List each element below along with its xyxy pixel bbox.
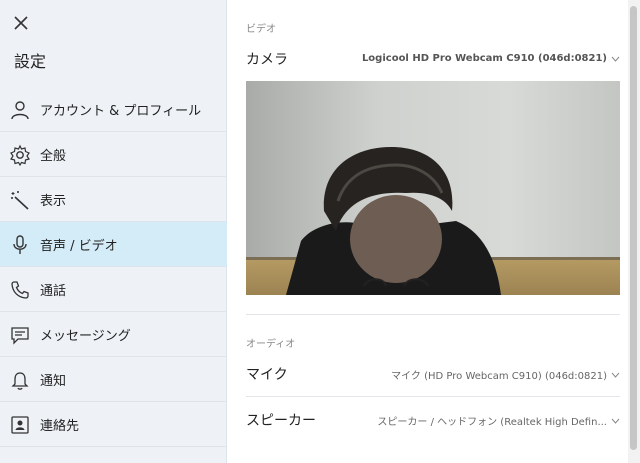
- mic-select[interactable]: マイク (HD Pro Webcam C910) (046d:0821): [391, 367, 620, 382]
- person-icon: [11, 101, 29, 120]
- sidebar-item-account[interactable]: アカウント & プロフィール: [0, 87, 227, 132]
- camera-preview-image: [246, 81, 620, 295]
- sidebar-item-label: 全般: [40, 148, 67, 164]
- contact-card-icon: [11, 416, 29, 434]
- settings-nav: アカウント & プロフィール 全般 表示 音声 / ビデオ 通話 メッセージング…: [0, 87, 227, 447]
- sidebar-item-label: 通知: [40, 373, 67, 389]
- sidebar-item-label: 連絡先: [40, 418, 80, 434]
- phone-icon: [11, 281, 29, 299]
- camera-label: カメラ: [246, 52, 288, 68]
- speaker-select-value: スピーカー / ヘッドフォン (Realtek High Defin...: [377, 417, 607, 428]
- chevron-down-icon: [611, 418, 620, 424]
- sidebar-item-general[interactable]: 全般: [0, 132, 227, 177]
- sidebar-item-label: 表示: [40, 193, 67, 209]
- speaker-label: スピーカー: [246, 413, 316, 429]
- sidebar-item-audio-video[interactable]: 音声 / ビデオ: [0, 222, 227, 267]
- microphone-icon: [13, 235, 27, 254]
- mic-label: マイク: [246, 367, 288, 383]
- sidebar-item-display[interactable]: 表示: [0, 177, 227, 222]
- camera-select-value: Logicool HD Pro Webcam C910 (046d:0821): [361, 53, 607, 64]
- sidebar-item-label: アカウント & プロフィール: [40, 103, 202, 119]
- mic-select-value: マイク (HD Pro Webcam C910) (046d:0821): [391, 371, 607, 382]
- speaker-select[interactable]: スピーカー / ヘッドフォン (Realtek High Defin...: [377, 413, 620, 428]
- close-icon[interactable]: [12, 14, 30, 32]
- sidebar-item-notifications[interactable]: 通知: [0, 357, 227, 402]
- sidebar-item-label: 通話: [40, 283, 67, 299]
- audio-section-heading: オーディオ: [246, 339, 296, 350]
- chat-icon: [11, 327, 29, 345]
- settings-sidebar: 設定 アカウント & プロフィール 全般 表示 音声 / ビデオ 通話 メッセー…: [0, 0, 227, 463]
- chevron-down-icon: [611, 372, 620, 378]
- sidebar-item-label: メッセージング: [40, 328, 131, 344]
- video-section-heading: ビデオ: [246, 24, 276, 35]
- magic-wand-icon: [11, 191, 29, 210]
- audio-video-settings-panel: ビデオ カメラ Logicool HD Pro Webcam C910 (046…: [228, 0, 628, 463]
- sidebar-item-messaging[interactable]: メッセージング: [0, 312, 227, 357]
- section-divider: [246, 314, 620, 315]
- sidebar-item-contacts[interactable]: 連絡先: [0, 402, 227, 447]
- gear-icon: [10, 144, 30, 166]
- chevron-down-icon: [611, 56, 620, 62]
- camera-select[interactable]: Logicool HD Pro Webcam C910 (046d:0821): [362, 53, 620, 64]
- camera-preview: [246, 81, 620, 295]
- scrollbar-thumb[interactable]: [630, 6, 637, 450]
- sidebar-item-label: 音声 / ビデオ: [40, 238, 118, 254]
- bell-icon: [11, 372, 29, 390]
- sidebar-item-calls[interactable]: 通話: [0, 267, 227, 312]
- section-divider: [246, 396, 620, 397]
- settings-title: 設定: [14, 52, 47, 71]
